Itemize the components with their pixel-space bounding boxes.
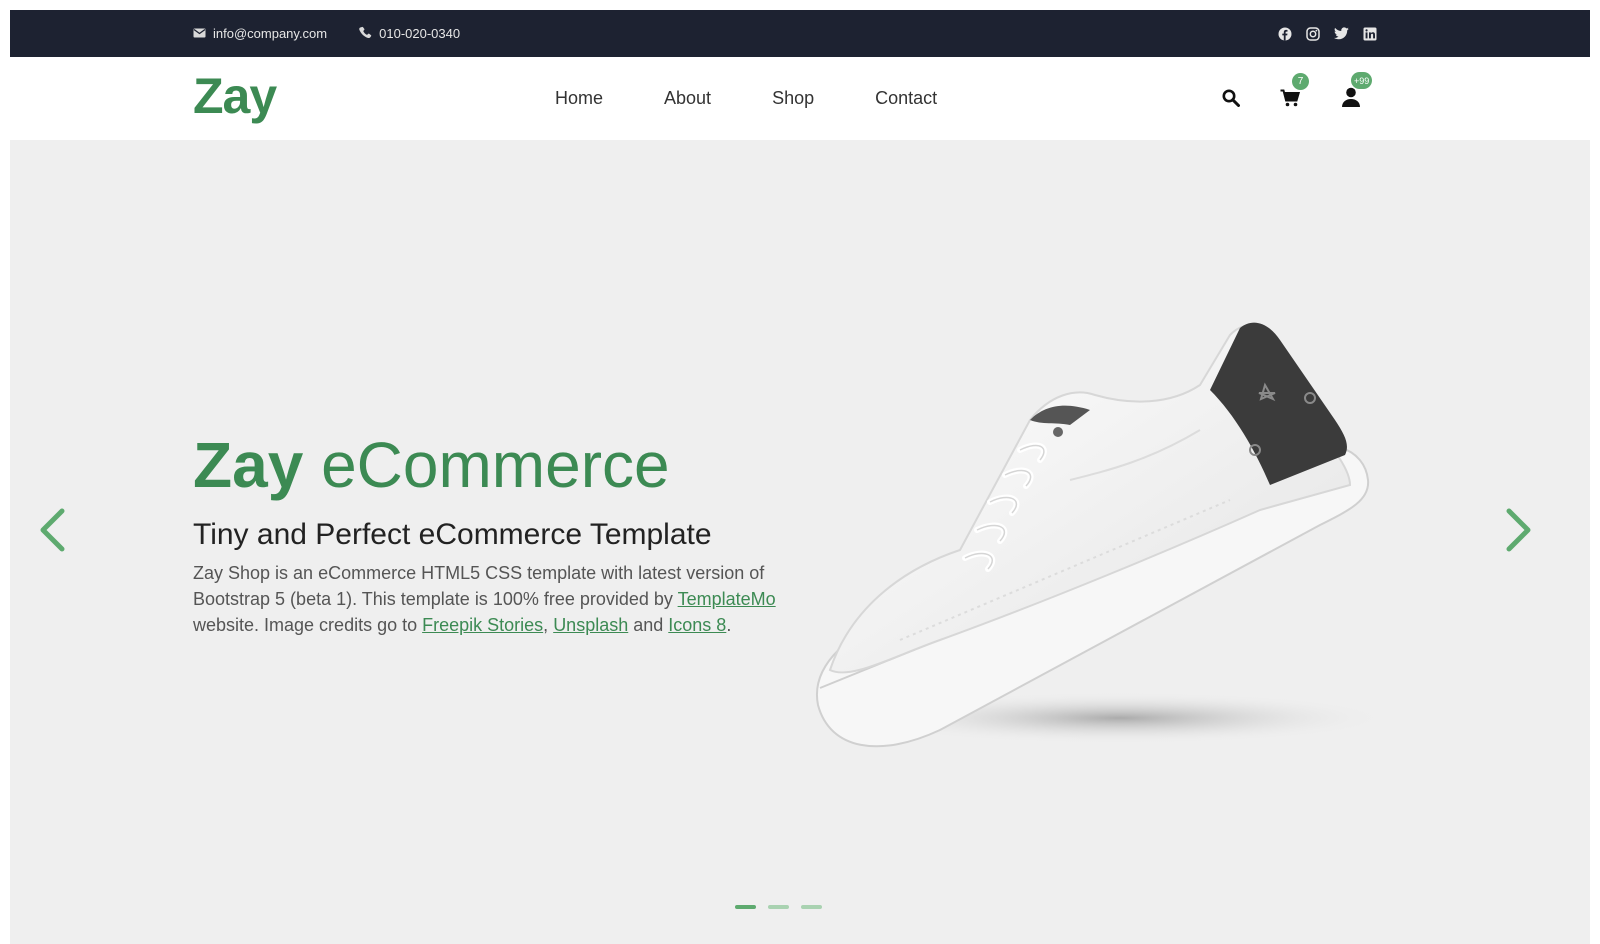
carousel-indicator-1[interactable] bbox=[735, 905, 756, 909]
chevron-right-icon bbox=[1505, 508, 1533, 556]
unsplash-link[interactable]: Unsplash bbox=[553, 615, 628, 635]
hero-desc-text: , bbox=[543, 615, 554, 635]
nav-link-shop[interactable]: Shop bbox=[772, 88, 814, 109]
hero-carousel: Zay eCommerce Tiny and Perfect eCommerce… bbox=[10, 140, 1590, 944]
chevron-left-icon bbox=[38, 508, 66, 556]
carousel-next-button[interactable] bbox=[1505, 508, 1533, 557]
phone-text: 010-020-0340 bbox=[379, 26, 461, 41]
page-frame: info@company.com 010-020-0340 Zay Home A… bbox=[10, 10, 1590, 944]
instagram-icon[interactable] bbox=[1306, 26, 1320, 41]
email-text: info@company.com bbox=[213, 26, 328, 41]
nav-link-contact[interactable]: Contact bbox=[875, 88, 937, 109]
hero-title-rest: eCommerce bbox=[321, 429, 670, 501]
linkedin-icon[interactable] bbox=[1363, 27, 1377, 41]
social-links bbox=[1278, 10, 1377, 57]
cart-count-badge: 7 bbox=[1292, 73, 1309, 90]
carousel-indicator-3[interactable] bbox=[801, 905, 822, 909]
hero-subtitle: Tiny and Perfect eCommerce Template bbox=[193, 518, 712, 551]
hero-desc-text: . bbox=[726, 615, 732, 635]
search-icon[interactable] bbox=[1222, 89, 1240, 107]
main-navbar: Zay Home About Shop Contact 7 +99 bbox=[10, 57, 1590, 140]
user-notification-badge: +99 bbox=[1351, 72, 1373, 89]
top-info-bar: info@company.com 010-020-0340 bbox=[10, 10, 1590, 57]
phone-icon bbox=[359, 26, 372, 42]
carousel-prev-button[interactable] bbox=[38, 508, 66, 557]
site-logo[interactable]: Zay bbox=[193, 67, 277, 125]
hero-title-brand: Zay bbox=[193, 429, 304, 501]
nav-link-home[interactable]: Home bbox=[555, 88, 603, 109]
hero-description: Zay Shop is an eCommerce HTML5 CSS templ… bbox=[193, 560, 813, 638]
twitter-icon[interactable] bbox=[1334, 27, 1349, 40]
envelope-icon bbox=[193, 26, 206, 41]
templatemo-link[interactable]: TemplateMo bbox=[678, 589, 776, 609]
nav-link-about[interactable]: About bbox=[664, 88, 711, 109]
freepik-stories-link[interactable]: Freepik Stories bbox=[422, 615, 543, 635]
icons8-link[interactable]: Icons 8 bbox=[668, 615, 726, 635]
carousel-indicators bbox=[735, 905, 822, 909]
hero-desc-text: and bbox=[628, 615, 669, 635]
user-icon[interactable] bbox=[1341, 87, 1361, 107]
facebook-icon[interactable] bbox=[1278, 27, 1292, 41]
hero-shoe-image bbox=[815, 322, 1390, 748]
hero-title: Zay eCommerce bbox=[193, 433, 670, 497]
contact-info: info@company.com 010-020-0340 bbox=[193, 10, 460, 57]
email-link[interactable]: info@company.com bbox=[193, 26, 327, 41]
phone-link[interactable]: 010-020-0340 bbox=[359, 26, 460, 42]
main-menu: Home About Shop Contact bbox=[555, 57, 937, 140]
hero-desc-text: website. Image credits go to bbox=[193, 615, 423, 635]
carousel-indicator-2[interactable] bbox=[768, 905, 789, 909]
cart-icon[interactable] bbox=[1280, 89, 1300, 107]
